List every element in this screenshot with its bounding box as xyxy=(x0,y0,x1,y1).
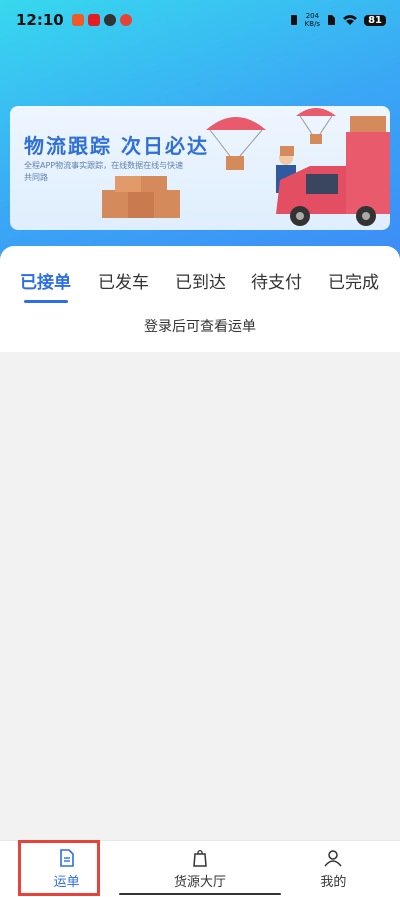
document-icon xyxy=(59,849,74,867)
home-indicator xyxy=(119,893,281,895)
status-app-icons xyxy=(71,14,132,26)
active-tab-indicator xyxy=(24,300,68,303)
nav-cargo-hall[interactable]: 货源大厅 xyxy=(133,841,266,897)
net-speed: 204 KB/s xyxy=(305,12,320,28)
net-speed-unit: KB/s xyxy=(304,20,321,28)
promo-banner[interactable]: 物流跟踪 次日必达 全程APP物流事实跟踪，在线数据在线与快速共同路 xyxy=(10,106,390,230)
notification-app-icon xyxy=(119,14,132,26)
status-time: 12:10 xyxy=(16,11,64,29)
status-bar: 12:10 204 KB/s 81 xyxy=(0,0,400,40)
bottom-navigation: 运单 货源大厅 我的 xyxy=(0,840,400,897)
nav-mine[interactable]: 我的 xyxy=(267,841,400,897)
tab-pending-payment[interactable]: 待支付 xyxy=(251,268,302,293)
notification-app-icon xyxy=(71,14,84,26)
sim-icon xyxy=(328,15,336,25)
net-speed-value: 204 xyxy=(305,12,320,20)
nav-mine-label: 我的 xyxy=(320,875,347,890)
vibrate-icon xyxy=(290,15,297,25)
tab-completed[interactable]: 已完成 xyxy=(328,268,379,293)
battery-level: 81 xyxy=(364,14,386,26)
tab-arrived[interactable]: 已到达 xyxy=(175,268,226,293)
nav-cargo-hall-label: 货源大厅 xyxy=(173,875,226,890)
tab-accepted[interactable]: 已接单 xyxy=(20,268,71,293)
order-list-empty xyxy=(0,352,400,840)
wifi-icon xyxy=(343,15,358,25)
delivery-truck-illustration xyxy=(102,108,390,226)
tab-departed[interactable]: 已发车 xyxy=(98,268,149,293)
user-icon xyxy=(324,850,342,867)
notification-app-icon xyxy=(103,14,116,26)
bag-icon xyxy=(193,849,207,867)
order-tabs-card: 已接单 已发车 已到达 待支付 已完成 登录后可查看运单 xyxy=(0,246,400,352)
nav-waybill-label: 运单 xyxy=(53,875,80,890)
status-indicators: 204 KB/s 81 xyxy=(289,12,386,28)
nav-waybill[interactable]: 运单 xyxy=(0,841,133,897)
notification-app-icon xyxy=(87,14,100,26)
login-hint[interactable]: 登录后可查看运单 xyxy=(0,316,400,336)
